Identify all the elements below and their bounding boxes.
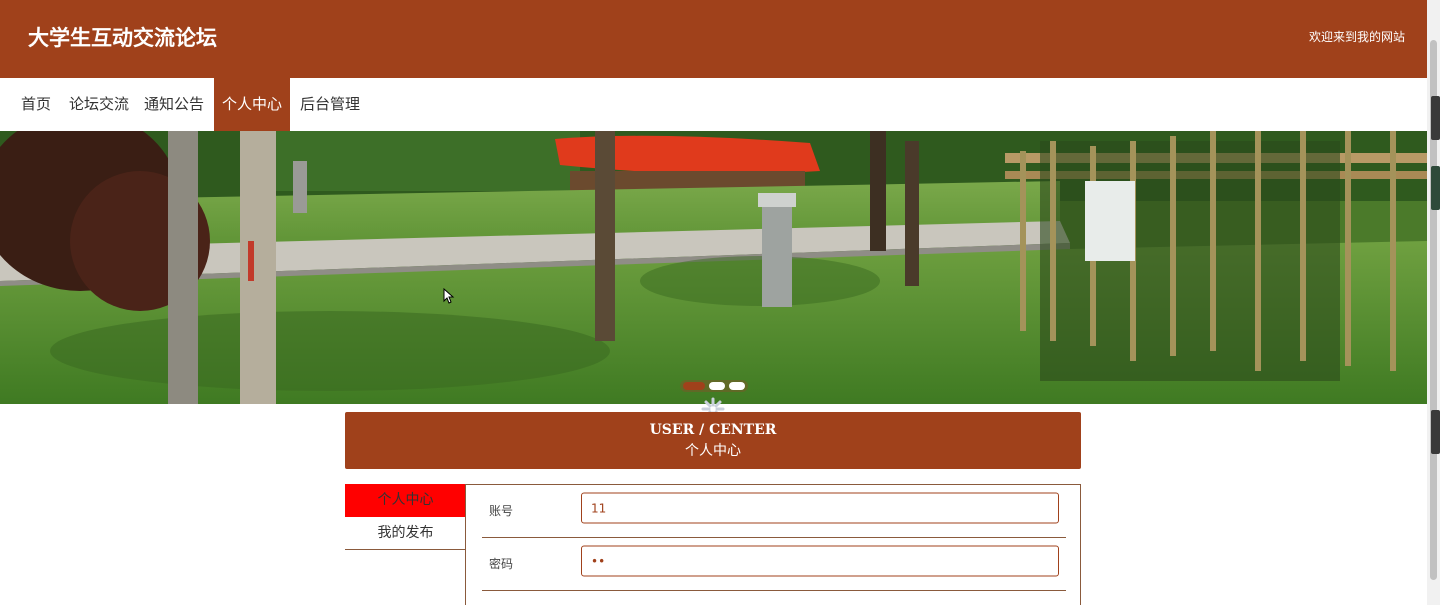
- sidebar-item-user-center[interactable]: 个人中心: [345, 484, 466, 517]
- mouse-cursor-icon: [443, 288, 455, 304]
- form-row-account: 账号: [482, 485, 1066, 538]
- edge-widget-bottom: [1431, 410, 1440, 454]
- site-title[interactable]: 大学生互动交流论坛: [28, 22, 217, 52]
- page: 大学生互动交流论坛 欢迎来到我的网站 首页 论坛交流 通知公告 个人中心 后台管…: [0, 0, 1427, 605]
- carousel-indicators: [680, 380, 748, 392]
- section-title-cn: 个人中心: [685, 443, 741, 459]
- profile-form: 账号 密码: [465, 484, 1081, 605]
- edge-widget-middle: [1431, 166, 1440, 210]
- section-title: USER / CENTER 个人中心: [345, 412, 1081, 469]
- banner-carousel[interactable]: [0, 131, 1427, 404]
- nav-item-admin[interactable]: 后台管理: [296, 78, 364, 131]
- welcome-text: 欢迎来到我的网站: [1308, 30, 1405, 44]
- nav-item-forum[interactable]: 论坛交流: [66, 78, 132, 131]
- site-header: 大学生互动交流论坛 欢迎来到我的网站: [0, 0, 1427, 78]
- carousel-dot-2[interactable]: [709, 382, 725, 390]
- page-scrollbar[interactable]: [1427, 0, 1440, 605]
- carousel-dot-1[interactable]: [683, 382, 705, 390]
- account-input[interactable]: [581, 492, 1059, 524]
- edge-widget-top: [1431, 96, 1440, 140]
- carousel-dot-3[interactable]: [729, 382, 745, 390]
- nav-item-user-center[interactable]: 个人中心: [214, 78, 290, 131]
- section-title-en: USER / CENTER: [649, 422, 777, 438]
- banner-image: [0, 131, 1427, 404]
- account-label: 账号: [489, 504, 514, 518]
- nav-item-notices[interactable]: 通知公告: [140, 78, 208, 131]
- password-label: 密码: [489, 557, 514, 571]
- main-nav: 首页 论坛交流 通知公告 个人中心 后台管理: [0, 78, 1427, 131]
- password-input[interactable]: [581, 545, 1059, 577]
- nav-item-home[interactable]: 首页: [14, 78, 58, 131]
- form-row-password: 密码: [482, 538, 1066, 591]
- sidebar-item-my-posts[interactable]: 我的发布: [345, 517, 466, 550]
- user-sidebar: 个人中心 我的发布: [345, 484, 466, 550]
